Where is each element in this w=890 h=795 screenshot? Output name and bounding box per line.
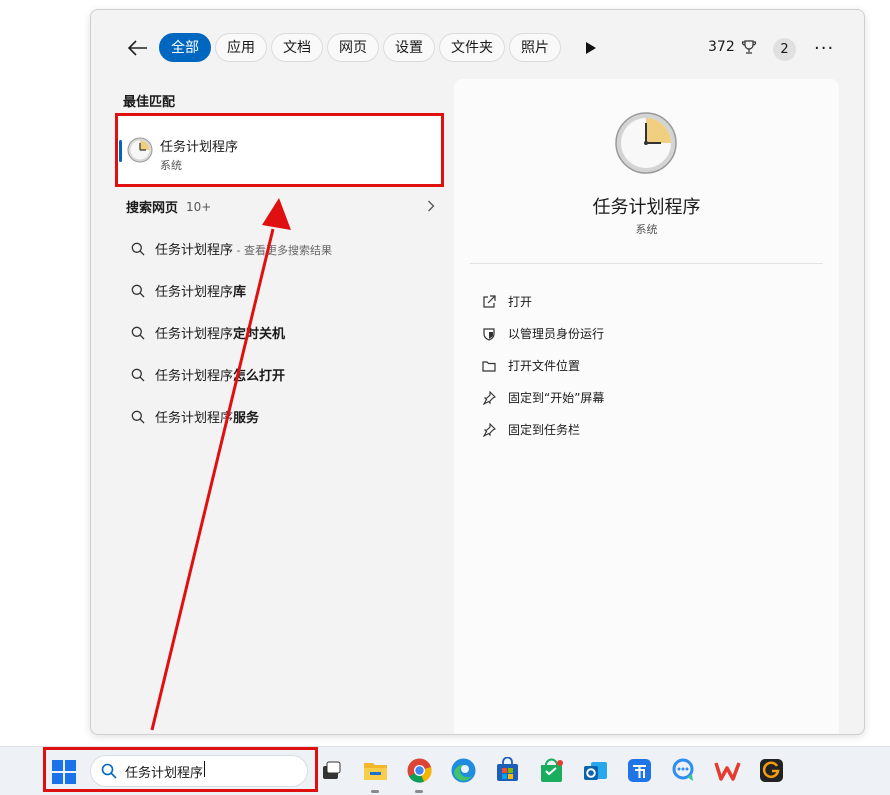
taskbar-search-input[interactable]: 任务计划程序 (90, 755, 308, 787)
back-button[interactable] (127, 37, 149, 59)
tab-web[interactable]: 网页 (327, 33, 379, 62)
shield-icon (483, 327, 495, 341)
best-match-heading: 最佳匹配 (123, 95, 176, 110)
chrome-icon[interactable] (406, 757, 433, 793)
search-icon (101, 763, 117, 779)
chevron-right-icon[interactable] (427, 200, 435, 212)
search-icon (131, 284, 145, 297)
suggestion-bold: 定时关机 (233, 327, 286, 342)
outlook-icon[interactable] (582, 757, 609, 784)
suggestion-text: 任务计划程序 (155, 285, 234, 300)
pin-icon (482, 422, 496, 437)
search-icon (131, 368, 145, 381)
wechat-store-icon[interactable] (538, 757, 565, 784)
action-label: 固定到“开始”屏幕 (508, 391, 605, 405)
folder-icon (482, 360, 496, 372)
open-external-icon (483, 294, 496, 308)
pinned-apps (318, 756, 785, 793)
taskbar: 任务计划程序 (0, 746, 890, 795)
points-value: 372 (708, 39, 735, 55)
running-indicator (371, 790, 379, 793)
windows-start-icon[interactable] (52, 760, 76, 784)
task-view-icon[interactable] (318, 757, 345, 784)
search-icon (131, 326, 145, 339)
running-indicator (415, 790, 423, 793)
microsoft-store-icon[interactable] (494, 756, 521, 784)
trophy-icon (741, 40, 756, 54)
rewards-points[interactable]: 372 (708, 39, 757, 55)
detail-app-type: 系统 (635, 223, 658, 236)
suggestion-hint: - 查看更多搜索结果 (233, 244, 332, 257)
search-icon (131, 410, 145, 423)
action-label: 固定到任务栏 (508, 423, 581, 437)
web-suggestion-3[interactable]: 任务计划程序定时关机 (131, 323, 285, 342)
more-options-icon[interactable]: ··· (814, 38, 834, 59)
tab-all[interactable]: 全部 (159, 33, 211, 62)
suggestion-text: 任务计划程序 (155, 327, 234, 342)
action-pin-taskbar[interactable]: 固定到任务栏 (482, 421, 580, 438)
suggestion-text: 任务计划程序 (155, 411, 234, 426)
action-label: 以管理员身份运行 (508, 327, 605, 341)
tab-documents[interactable]: 文档 (271, 33, 323, 62)
g-app-icon[interactable] (758, 757, 785, 784)
action-label: 打开文件位置 (508, 359, 581, 373)
web-suggestion-2[interactable]: 任务计划程序库 (131, 281, 246, 300)
action-pin-start[interactable]: 固定到“开始”屏幕 (482, 389, 604, 406)
best-match-item[interactable]: 任务计划程序 系统 (117, 114, 443, 186)
action-open[interactable]: 打开 (482, 293, 532, 310)
action-label: 打开 (508, 295, 533, 309)
search-web-count: 10+ (186, 199, 212, 214)
web-suggestion-1[interactable]: 任务计划程序 - 查看更多搜索结果 (131, 239, 332, 258)
web-suggestion-4[interactable]: 任务计划程序怎么打开 (131, 365, 285, 384)
text-caret (204, 761, 206, 777)
detail-app-name: 任务计划程序 (592, 197, 701, 218)
suggestion-text: 任务计划程序 (155, 369, 234, 384)
back-arrow-icon (128, 40, 147, 56)
best-match-name: 任务计划程序 (160, 140, 239, 155)
suggestion-text: 任务计划程序 (155, 243, 234, 258)
tab-settings[interactable]: 设置 (383, 33, 435, 62)
tab-photos[interactable]: 照片 (509, 33, 561, 62)
search-query: 任务计划程序 (125, 766, 204, 781)
file-explorer-icon[interactable] (362, 757, 389, 793)
best-match-type: 系统 (160, 159, 182, 172)
filter-tabs: 全部 应用 文档 网页 设置 文件夹 照片 (159, 33, 561, 62)
tab-folders[interactable]: 文件夹 (439, 33, 505, 62)
suggestion-bold: 库 (233, 285, 247, 300)
search-icon (131, 242, 145, 255)
action-run-as-admin[interactable]: 以管理员身份运行 (482, 325, 604, 342)
search-web-heading[interactable]: 搜索网页 10+ (126, 197, 212, 217)
selection-indicator (119, 140, 122, 162)
action-open-location[interactable]: 打开文件位置 (482, 357, 580, 374)
chat-icon[interactable] (670, 757, 697, 784)
pin-icon (482, 390, 496, 405)
search-panel: 全部 应用 文档 网页 设置 文件夹 照片 372 2 ··· 最佳匹配 任务计… (90, 9, 865, 735)
clock-icon (127, 137, 153, 163)
tab-apps[interactable]: 应用 (215, 33, 267, 62)
search-web-title: 搜索网页 (126, 201, 179, 216)
detail-pane: 任务计划程序 系统 打开 以管理员身份运行 打开文件位置 固定到“开始”屏幕 固… (454, 79, 839, 734)
clock-icon (615, 112, 677, 174)
web-suggestion-5[interactable]: 任务计划程序服务 (131, 407, 259, 426)
more-tabs-play-icon[interactable] (585, 41, 597, 55)
detail-divider (470, 263, 823, 264)
edge-icon[interactable] (450, 757, 477, 784)
wps-icon[interactable] (714, 757, 741, 784)
suggestion-bold: 服务 (233, 411, 260, 426)
feishu-icon[interactable] (626, 757, 653, 784)
notification-badge[interactable]: 2 (773, 38, 796, 61)
suggestion-bold: 怎么打开 (233, 369, 286, 384)
